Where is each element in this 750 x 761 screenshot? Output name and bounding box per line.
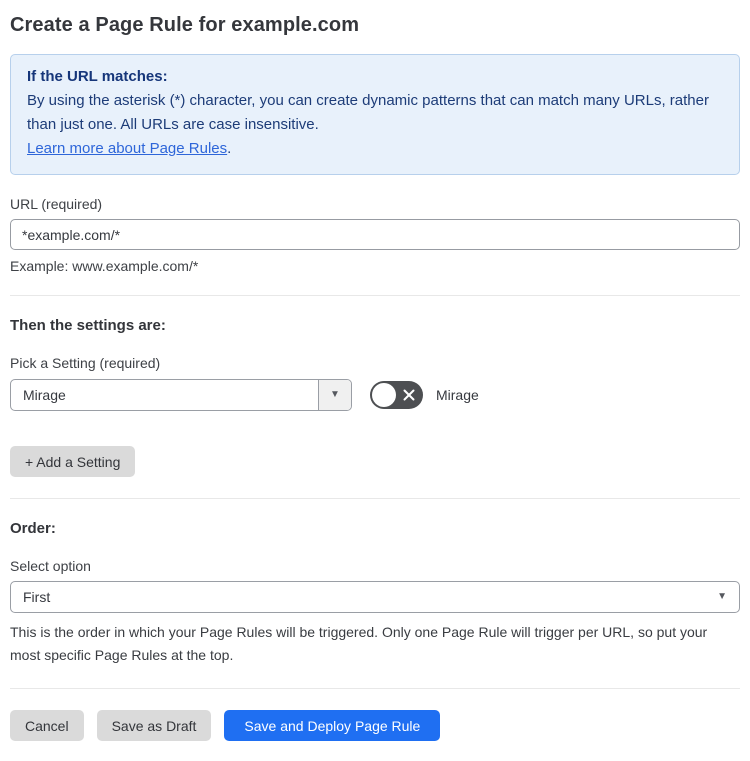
info-box-heading: If the URL matches: [27,68,168,85]
setting-select-value: Mirage [23,387,66,403]
setting-select[interactable]: Mirage ▼ [10,379,352,411]
info-box-link-line: Learn more about Page Rules. [27,137,723,161]
info-box-body: By using the asterisk (*) character, you… [27,92,709,133]
setting-picker-row: Mirage ▼ Mirage [10,379,740,411]
link-period: . [227,140,232,157]
settings-section-heading: Then the settings are: [10,317,166,334]
mirage-toggle[interactable] [370,381,423,409]
url-input[interactable] [10,219,740,250]
url-field-label: URL (required) [10,196,103,212]
x-icon [403,389,415,401]
page-title: Create a Page Rule for example.com [10,14,360,36]
order-select[interactable]: First ▼ [10,581,740,613]
order-help-text: This is the order in which your Page Rul… [10,624,708,663]
url-example-hint: Example: www.example.com/* [10,258,199,274]
select-option-label: Select option [10,558,91,574]
chevron-down-icon: ▼ [717,591,727,602]
add-setting-button[interactable]: + Add a Setting [10,446,136,477]
divider [10,498,740,499]
order-section-heading: Order: [10,520,56,537]
setting-select-arrow-button[interactable]: ▼ [318,380,351,410]
divider [10,688,740,689]
order-select-value: First [23,589,51,605]
url-matches-info-box: If the URL matches: By using the asteris… [10,54,740,175]
save-and-deploy-button[interactable]: Save and Deploy Page Rule [224,710,441,741]
pick-setting-label: Pick a Setting (required) [10,355,161,371]
chevron-down-icon: ▼ [330,389,340,400]
toggle-knob [372,383,396,407]
create-page-rule-form: Create a Page Rule for example.com If th… [0,0,750,761]
cancel-button[interactable]: Cancel [10,710,84,741]
footer-actions: Cancel Save as Draft Save and Deploy Pag… [10,710,740,741]
divider [10,295,740,296]
learn-more-link[interactable]: Learn more about Page Rules [27,140,227,157]
toggle-setting-label: Mirage [436,387,479,403]
save-as-draft-button[interactable]: Save as Draft [96,710,212,741]
